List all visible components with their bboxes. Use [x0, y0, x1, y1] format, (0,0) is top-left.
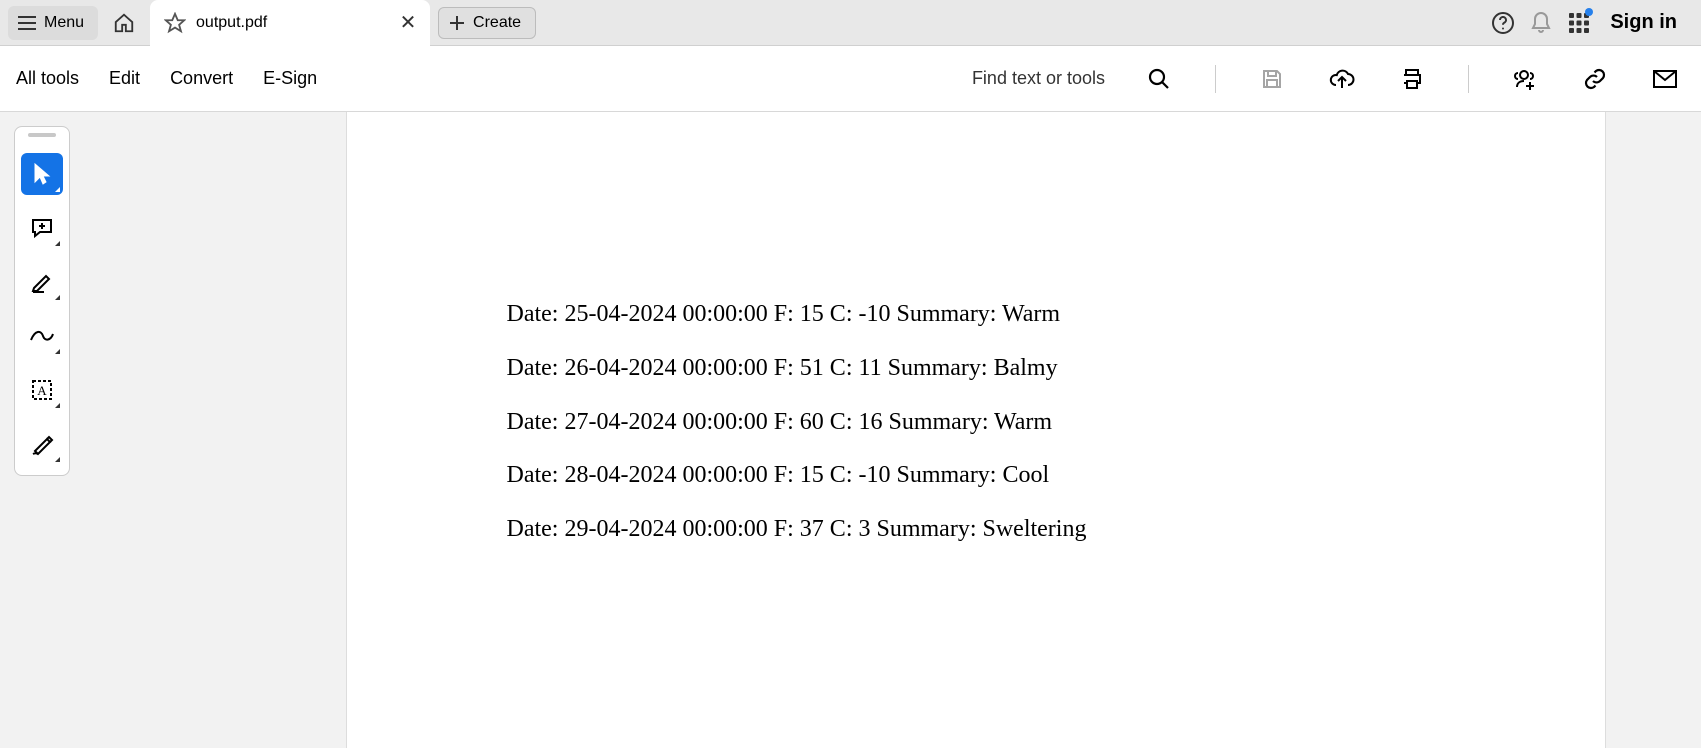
document-line: Date: 29-04-2024 00:00:00 F: 37 C: 3 Sum… — [507, 503, 1605, 557]
sub-toolbar: All tools Edit Convert E-Sign Find text … — [0, 46, 1701, 112]
save-icon — [1260, 67, 1284, 91]
save-button[interactable] — [1252, 59, 1292, 99]
sign-tool[interactable] — [21, 423, 63, 465]
pen-sign-icon — [30, 432, 54, 456]
divider — [1468, 65, 1469, 93]
print-icon — [1399, 67, 1425, 91]
svg-text:A: A — [37, 383, 47, 398]
create-label: Create — [473, 14, 521, 32]
home-icon — [113, 12, 135, 34]
esign-link[interactable]: E-Sign — [263, 68, 317, 89]
close-tab-button[interactable]: ✕ — [396, 11, 420, 35]
divider — [1215, 65, 1216, 93]
email-button[interactable] — [1645, 59, 1685, 99]
apps-button[interactable] — [1560, 4, 1598, 42]
rail-drag-handle[interactable] — [28, 133, 56, 137]
sign-in-button[interactable]: Sign in — [1610, 11, 1677, 34]
plus-icon — [449, 15, 465, 31]
submenu-indicator-icon — [55, 187, 60, 192]
submenu-indicator-icon — [55, 349, 60, 354]
find-label: Find text or tools — [972, 68, 1105, 89]
share-people-icon — [1512, 66, 1538, 92]
document-line: Date: 26-04-2024 00:00:00 F: 51 C: 11 Su… — [507, 342, 1605, 396]
create-button[interactable]: Create — [438, 7, 536, 39]
notification-dot — [1585, 8, 1593, 16]
cursor-icon — [32, 162, 52, 186]
tab-title: output.pdf — [196, 14, 386, 32]
draw-tool[interactable] — [21, 315, 63, 357]
search-button[interactable] — [1139, 59, 1179, 99]
document-viewport[interactable]: Date: 25-04-2024 00:00:00 F: 15 C: -10 S… — [70, 112, 1701, 748]
document-tab[interactable]: output.pdf ✕ — [150, 0, 430, 46]
submenu-indicator-icon — [55, 403, 60, 408]
select-tool[interactable] — [21, 153, 63, 195]
print-button[interactable] — [1392, 59, 1432, 99]
mail-icon — [1652, 69, 1678, 89]
menu-button[interactable]: Menu — [8, 6, 98, 40]
pdf-page: Date: 25-04-2024 00:00:00 F: 15 C: -10 S… — [346, 112, 1606, 748]
document-line: Date: 25-04-2024 00:00:00 F: 15 C: -10 S… — [507, 288, 1605, 342]
highlight-tool[interactable] — [21, 261, 63, 303]
submenu-indicator-icon — [55, 241, 60, 246]
link-button[interactable] — [1575, 59, 1615, 99]
hamburger-icon — [18, 16, 36, 30]
help-button[interactable] — [1484, 4, 1522, 42]
comment-tool[interactable] — [21, 207, 63, 249]
main-area: A Date: 25-04-2024 00:00:00 F: 15 C: -10… — [0, 112, 1701, 748]
home-button[interactable] — [104, 3, 144, 43]
highlighter-icon — [30, 270, 54, 294]
edit-link[interactable]: Edit — [109, 68, 140, 89]
text-box-icon: A — [30, 378, 54, 402]
submenu-indicator-icon — [55, 457, 60, 462]
close-icon: ✕ — [400, 10, 417, 35]
document-line: Date: 27-04-2024 00:00:00 F: 60 C: 16 Su… — [507, 396, 1605, 450]
app-header: Menu output.pdf ✕ Create — [0, 0, 1701, 46]
submenu-indicator-icon — [55, 295, 60, 300]
star-icon[interactable] — [164, 12, 186, 34]
tool-rail: A — [14, 126, 70, 476]
link-icon — [1583, 67, 1607, 91]
cloud-upload-icon — [1329, 67, 1355, 91]
all-tools-link[interactable]: All tools — [16, 68, 79, 89]
text-select-tool[interactable]: A — [21, 369, 63, 411]
search-icon — [1147, 67, 1171, 91]
comment-icon — [30, 217, 54, 239]
upload-cloud-button[interactable] — [1322, 59, 1362, 99]
bell-icon — [1529, 11, 1553, 35]
convert-link[interactable]: Convert — [170, 68, 233, 89]
document-line: Date: 28-04-2024 00:00:00 F: 15 C: -10 S… — [507, 449, 1605, 503]
share-people-button[interactable] — [1505, 59, 1545, 99]
menu-label: Menu — [44, 14, 84, 32]
notifications-button[interactable] — [1522, 4, 1560, 42]
draw-freehand-icon — [29, 326, 55, 346]
help-icon — [1491, 11, 1515, 35]
